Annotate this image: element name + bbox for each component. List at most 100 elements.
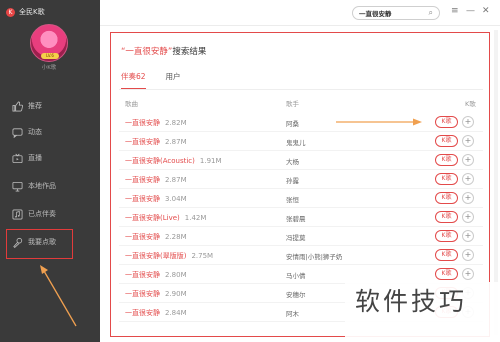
singer-name[interactable]: 张恒 [286, 194, 299, 204]
file-size: 2.84M [165, 309, 187, 317]
sidebar-item-local-works[interactable]: 本地作品 [0, 176, 100, 196]
column-k: K歌 [465, 100, 476, 108]
k-song-button[interactable]: K歌 [435, 116, 458, 128]
song-name: 一直很安静 [125, 119, 160, 127]
k-song-button[interactable]: K歌 [435, 154, 458, 166]
song-title[interactable]: 一直很安静 2.87M [125, 175, 187, 185]
singer-name[interactable]: 安情雨|小熊|狮子奶 [286, 251, 342, 261]
k-song-button[interactable]: K歌 [435, 135, 458, 147]
file-size: 2.75M [191, 252, 214, 260]
song-title[interactable]: 一直很安静(Live) 1.42M [125, 213, 206, 223]
tab-accompaniment[interactable]: 伴奏62 [121, 71, 146, 89]
song-name: 一直很安静(Live) [125, 214, 180, 222]
divider [119, 89, 483, 90]
column-singer: 歌手 [286, 100, 299, 108]
table-row[interactable]: 一直很安静(翠版版) 2.75M 安情雨|小熊|狮子奶 K歌 + [119, 246, 483, 265]
add-icon[interactable]: + [462, 268, 474, 280]
singer-name[interactable]: 马小倩 [286, 270, 306, 280]
file-size: 2.82M [165, 119, 187, 127]
add-icon[interactable]: + [462, 154, 474, 166]
k-song-button[interactable]: K歌 [435, 192, 458, 204]
search-icon[interactable]: ⌕ [429, 8, 433, 18]
search-box: ⌕ [352, 6, 440, 20]
table-row[interactable]: 一直很安静 2.87M 鬼鬼儿 K歌 + [119, 132, 483, 151]
singer-name[interactable]: 鬼鬼儿 [286, 137, 306, 147]
k-song-button[interactable]: K歌 [435, 249, 458, 261]
search-input[interactable] [359, 9, 425, 17]
song-title[interactable]: 一直很安静 2.82M [125, 118, 187, 128]
minimize-icon[interactable]: — [466, 6, 475, 16]
close-icon[interactable]: ✕ [482, 6, 490, 16]
song-name: 一直很安静(Acoustic) [125, 157, 195, 165]
table-row[interactable]: 一直很安静(Acoustic) 1.91M 大杨 K歌 + [119, 151, 483, 170]
add-icon[interactable]: + [462, 116, 474, 128]
song-title[interactable]: 一直很安静(翠版版) 2.75M [125, 251, 213, 261]
search-keyword: “一直很安静” [121, 47, 173, 57]
singer-name[interactable]: 阿木 [286, 308, 299, 318]
app-logo-icon: K [6, 7, 15, 17]
table-row[interactable]: 一直很安静 2.82M 阿桑 K歌 + [119, 113, 483, 132]
sidebar-item-ordered[interactable]: 已点伴奏 [0, 204, 100, 224]
file-size: 1.42M [184, 214, 207, 222]
sidebar-item-label: 推荐 [28, 102, 42, 110]
add-icon[interactable]: + [462, 211, 474, 223]
avatar[interactable]: LV.6 [30, 24, 68, 62]
song-title[interactable]: 一直很安静 2.84M [125, 308, 187, 318]
song-title[interactable]: 一直很安静 2.80M [125, 270, 187, 280]
column-song: 歌曲 [125, 100, 138, 108]
song-name: 一直很安静 [125, 138, 160, 146]
singer-name[interactable]: 大杨 [286, 156, 299, 166]
add-icon[interactable]: + [462, 173, 474, 185]
result-tabs: 伴奏62 用户 [121, 71, 201, 89]
singer-name[interactable]: 阿桑 [286, 118, 299, 128]
file-size: 2.87M [165, 176, 187, 184]
song-title[interactable]: 一直很安静 2.90M [125, 289, 187, 299]
music-note-icon [12, 209, 23, 219]
sidebar-item-label: 动态 [28, 128, 42, 136]
k-song-button[interactable]: K歌 [435, 211, 458, 223]
highlight-box [6, 229, 73, 259]
singer-name[interactable]: 张碧晨 [286, 213, 306, 223]
sidebar-item-label: 已点伴奏 [28, 210, 56, 218]
singer-name[interactable]: 孙露 [286, 175, 299, 185]
table-row[interactable]: 一直很安静 2.87M 孙露 K歌 + [119, 170, 483, 189]
tab-users[interactable]: 用户 [166, 71, 181, 89]
tv-icon [12, 153, 23, 163]
k-song-button[interactable]: K歌 [435, 268, 458, 280]
file-size: 3.04M [165, 195, 187, 203]
sidebar-item-label: 本地作品 [28, 182, 56, 190]
app-title: 全民K歌 [19, 8, 45, 16]
app-header: K 全民K歌 [6, 6, 45, 18]
song-title[interactable]: 一直很安静 2.28M [125, 232, 187, 242]
sidebar-item-live[interactable]: 直播 [0, 148, 100, 168]
table-row[interactable]: 一直很安静(Live) 1.42M 张碧晨 K歌 + [119, 208, 483, 227]
song-title[interactable]: 一直很安静(Acoustic) 1.91M [125, 156, 222, 166]
table-row[interactable]: 一直很安静 2.28M 冯提莫 K歌 + [119, 227, 483, 246]
file-size: 2.28M [165, 233, 187, 241]
song-name: 一直很安静 [125, 176, 160, 184]
song-name: 一直很安静 [125, 271, 160, 279]
chat-icon [12, 127, 23, 138]
song-name: 一直很安静 [125, 195, 160, 203]
title-suffix: 搜索结果 [172, 47, 207, 57]
file-size: 2.87M [165, 138, 187, 146]
username[interactable]: 小K歌 [30, 63, 68, 71]
singer-name[interactable]: 安穗尔 [286, 289, 306, 299]
sidebar-item-feed[interactable]: 动态 [0, 122, 100, 142]
add-icon[interactable]: + [462, 249, 474, 261]
file-size: 2.80M [165, 271, 187, 279]
k-song-button[interactable]: K歌 [435, 230, 458, 242]
song-name: 一直很安静 [125, 290, 160, 298]
add-icon[interactable]: + [462, 230, 474, 242]
table-row[interactable]: 一直很安静 3.04M 张恒 K歌 + [119, 189, 483, 208]
k-song-button[interactable]: K歌 [435, 173, 458, 185]
song-title[interactable]: 一直很安静 3.04M [125, 194, 187, 204]
menu-icon[interactable]: ≡ [451, 6, 459, 16]
add-icon[interactable]: + [462, 135, 474, 147]
sidebar-item-recommend[interactable]: 推荐 [0, 96, 100, 116]
level-badge: LV.6 [41, 53, 59, 59]
song-title[interactable]: 一直很安静 2.87M [125, 137, 187, 147]
singer-name[interactable]: 冯提莫 [286, 232, 306, 242]
song-name: 一直很安静 [125, 233, 160, 241]
add-icon[interactable]: + [462, 192, 474, 204]
